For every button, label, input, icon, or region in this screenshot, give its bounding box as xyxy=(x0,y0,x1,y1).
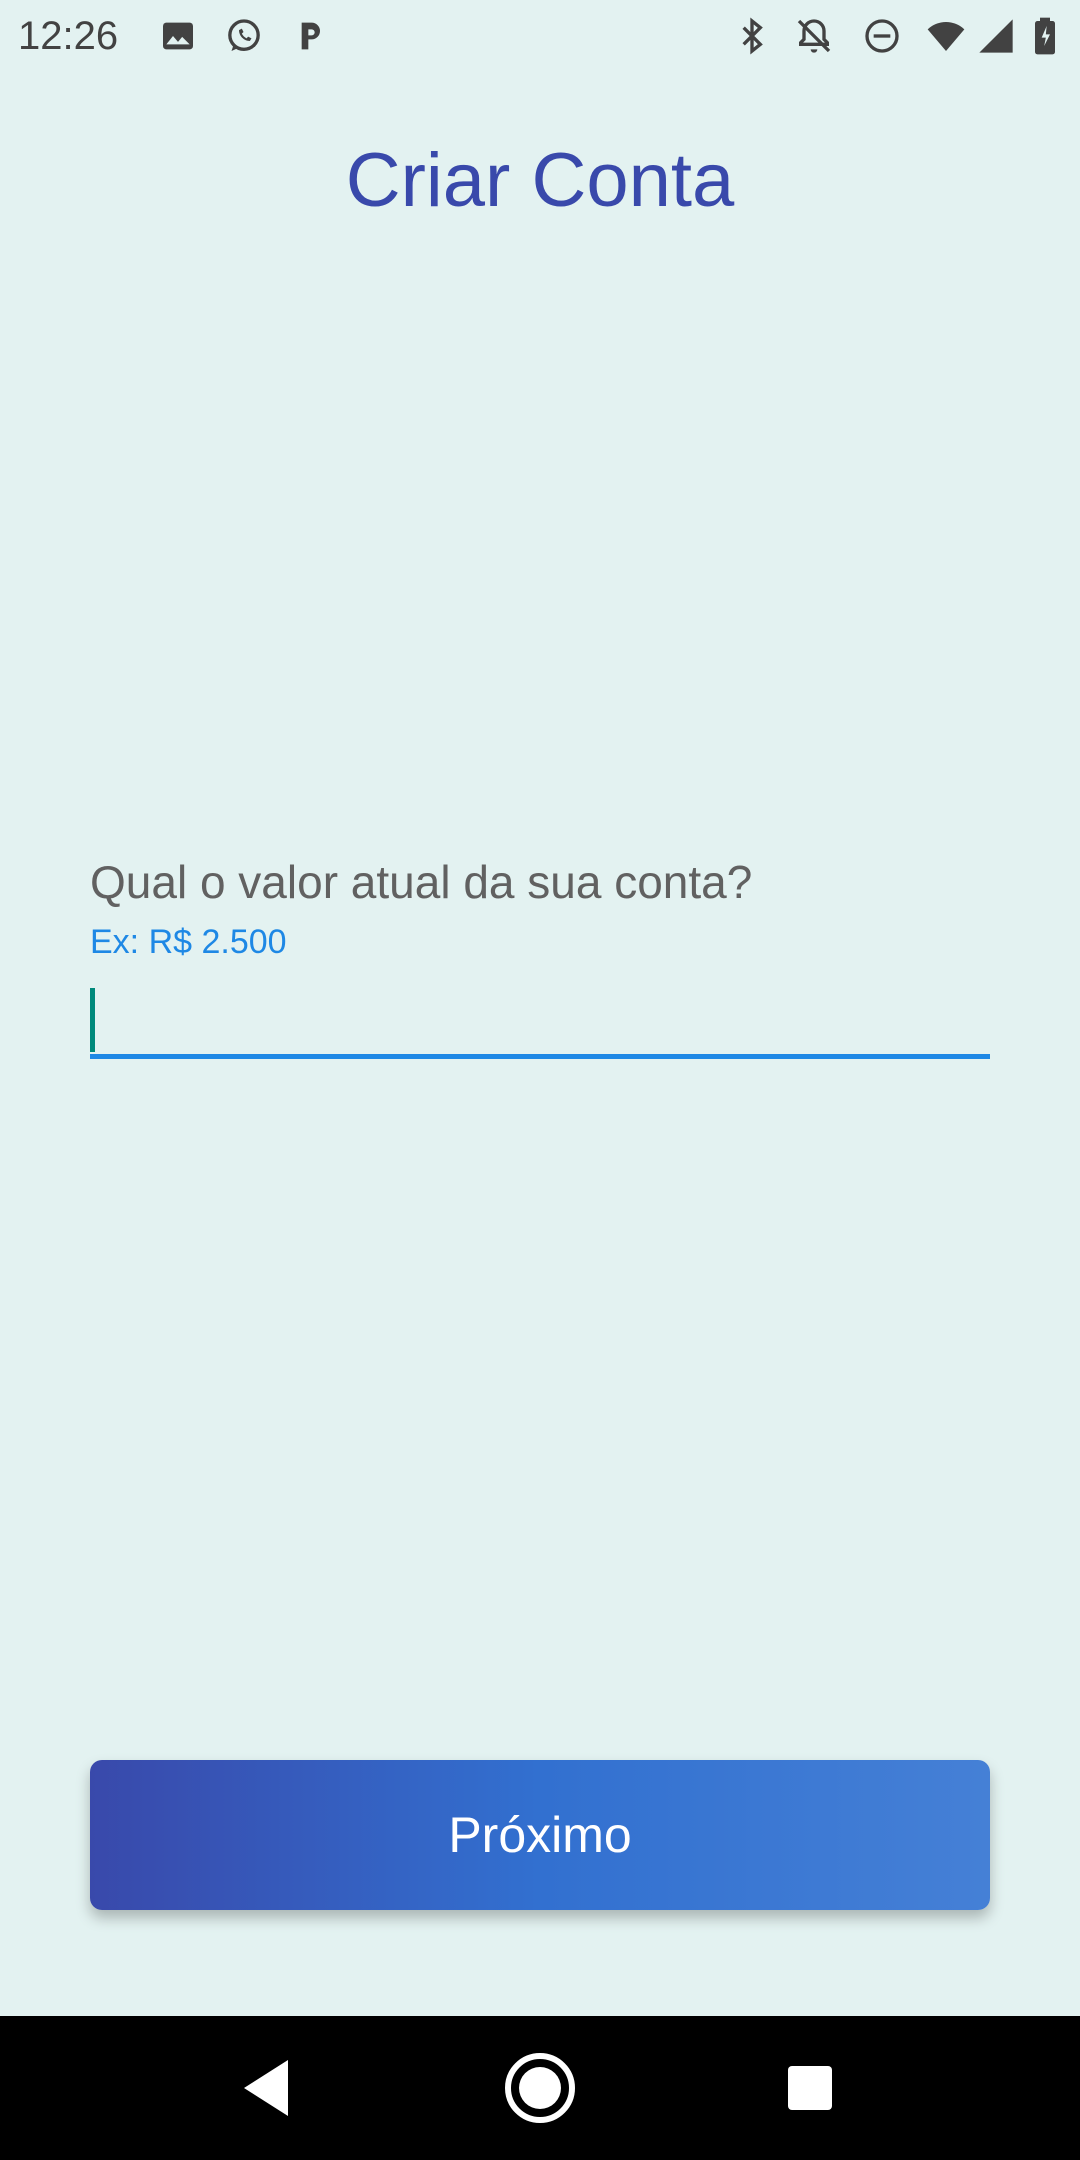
battery-charging-icon xyxy=(1030,16,1060,56)
question-label: Qual o valor atual da sua conta? xyxy=(90,856,753,908)
notifications-off-icon xyxy=(794,16,834,56)
home-icon[interactable] xyxy=(500,2048,580,2128)
account-value-input[interactable] xyxy=(90,976,990,1054)
do-not-disturb-icon xyxy=(862,16,902,56)
text-cursor xyxy=(90,988,95,1052)
whatsapp-icon xyxy=(224,16,264,56)
status-time: 12:26 xyxy=(18,14,119,58)
navigation-bar xyxy=(0,2016,1080,2160)
page-title: Criar Conta xyxy=(345,138,735,223)
back-icon[interactable] xyxy=(226,2048,306,2128)
status-bar: 12:26 xyxy=(0,0,1080,72)
next-button[interactable]: Próximo xyxy=(90,1760,990,1910)
image-icon xyxy=(158,16,198,56)
bluetooth-icon xyxy=(732,16,772,56)
account-value-input-container[interactable] xyxy=(90,976,990,1059)
parking-icon xyxy=(290,16,330,56)
account-value-field: Qual o valor atual da sua conta? Ex: R$ … xyxy=(90,850,990,1059)
signal-icon xyxy=(976,16,1016,56)
recents-icon[interactable] xyxy=(770,2048,850,2128)
hint-label: Ex: R$ 2.500 xyxy=(90,923,287,961)
wifi-icon xyxy=(926,16,966,56)
